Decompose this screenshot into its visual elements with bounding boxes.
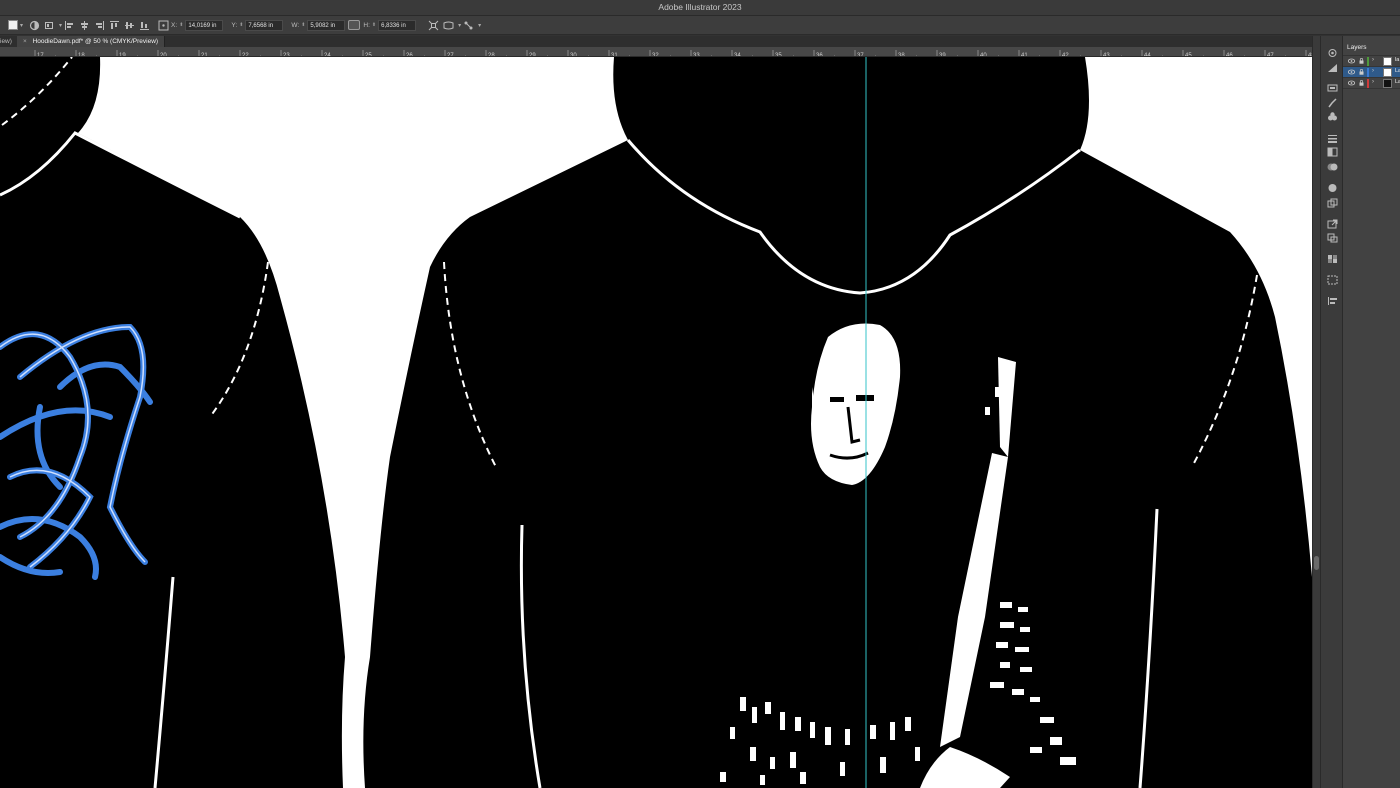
layer-row[interactable]: › La (1343, 67, 1400, 78)
tab-hoodiedawn[interactable]: × HoodieDawn.pdf* @ 50 % (CMYK/Preview) (17, 36, 166, 47)
lock-icon[interactable] (1359, 58, 1364, 64)
y-label: Y: (231, 21, 238, 29)
artwork[interactable] (0, 57, 1312, 788)
lock-icon[interactable] (1359, 80, 1364, 86)
lock-icon[interactable] (1359, 69, 1364, 75)
visibility-eye-icon[interactable] (1348, 69, 1355, 75)
tab-previous-document[interactable]: iew) (0, 38, 12, 45)
stroke-icon[interactable] (1327, 133, 1338, 143)
scrollbar-thumb[interactable] (1314, 556, 1319, 570)
fill-swatch-icon (8, 20, 18, 30)
layer-name[interactable]: La (1395, 79, 1400, 85)
fill-swatch[interactable]: ▾ (0, 19, 23, 32)
warp-icon[interactable] (443, 20, 454, 31)
recolor-icon[interactable] (44, 20, 55, 31)
y-stepper[interactable]: ⬍ (239, 22, 243, 28)
align-top-icon[interactable] (109, 20, 120, 31)
opacity-icon[interactable] (29, 20, 40, 31)
x-field[interactable]: 14,0169 in (185, 19, 224, 31)
close-icon[interactable]: × (23, 38, 27, 45)
h-stepper[interactable]: ⬍ (372, 22, 376, 28)
export-icon[interactable] (1327, 219, 1338, 229)
pathfinder-icon[interactable] (1327, 233, 1338, 243)
horizontal-ruler[interactable]: 17 18 19 20 21 22 23 24 25 26 27 28 29 30 31 32 33 34 35 36… (0, 47, 1313, 57)
align-center-icon[interactable] (79, 20, 90, 31)
constrain-proportions-link-icon[interactable] (348, 20, 361, 30)
layer-list: › la › La › La (1343, 56, 1400, 89)
layer-name[interactable]: la (1395, 57, 1400, 63)
layer-thumbnail (1383, 68, 1392, 77)
h-field[interactable]: 6,8336 in (378, 19, 417, 31)
chevron-down-icon[interactable]: ▾ (59, 22, 62, 29)
artboard-canvas[interactable] (0, 57, 1312, 788)
title-bar: Adobe Illustrator 2023 (0, 0, 1400, 16)
align-panel-icon[interactable] (1327, 296, 1338, 306)
symbols-icon[interactable] (1327, 112, 1338, 122)
align-left-icon[interactable] (64, 20, 75, 31)
layer-row[interactable]: › la (1343, 56, 1400, 67)
x-stepper[interactable]: ⬍ (179, 22, 183, 28)
transform-icon[interactable] (428, 20, 439, 31)
chevron-down-icon[interactable]: ▾ (478, 22, 481, 29)
x-label: X: (171, 21, 178, 29)
chevron-right-icon[interactable]: › (1372, 79, 1374, 85)
puppet-warp-icon[interactable] (463, 20, 474, 31)
ruler-ticks: 17 18 19 20 21 22 23 24 25 26 27 28 29 30 31 32 33 34 35 36… (34, 50, 1313, 56)
y-field[interactable]: 7,6568 in (245, 19, 284, 31)
chevron-down-icon: ▾ (20, 22, 24, 29)
panel-icon-strip (1320, 36, 1342, 788)
layers-panel: Layers › la › La › La (1342, 36, 1400, 788)
align-right-icon[interactable] (94, 20, 105, 31)
appearance-icon[interactable] (1327, 48, 1338, 58)
reference-point-icon[interactable] (158, 20, 169, 31)
w-field[interactable]: 5,9082 in (307, 19, 346, 31)
swatches-icon[interactable] (1327, 254, 1338, 264)
layer-thumbnail (1383, 79, 1392, 88)
chevron-right-icon[interactable]: › (1372, 57, 1374, 63)
layers-panel-title[interactable]: Layers (1343, 36, 1400, 56)
image-trace-icon[interactable] (1327, 198, 1338, 208)
layer-color-swatch (1367, 57, 1369, 66)
control-bar: ▾ ▾ X: ⬍ 14,0169 in Y: ⬍ 7,6568 in W: ⬍ … (0, 16, 1400, 35)
chevron-down-icon[interactable]: ▾ (458, 22, 461, 29)
window-title: Adobe Illustrator 2023 (658, 2, 742, 12)
brushes-icon[interactable] (1327, 98, 1338, 108)
visibility-eye-icon[interactable] (1348, 80, 1355, 86)
w-label: W: (291, 21, 300, 29)
h-label: H: (363, 21, 370, 29)
document-tab-bar: iew) × HoodieDawn.pdf* @ 50 % (CMYK/Prev… (0, 36, 1313, 47)
visibility-eye-icon[interactable] (1348, 58, 1355, 64)
tab-label: HoodieDawn.pdf* @ 50 % (CMYK/Preview) (32, 38, 159, 45)
layer-color-swatch (1367, 68, 1369, 77)
artboards-icon[interactable] (1327, 275, 1338, 285)
align-middle-icon[interactable] (124, 20, 135, 31)
transparency-icon[interactable] (1327, 147, 1338, 157)
libraries-icon[interactable] (1327, 83, 1338, 93)
vertical-scrollbar[interactable] (1312, 36, 1320, 788)
color-guide-icon[interactable] (1327, 183, 1338, 193)
color-icon[interactable] (1327, 162, 1338, 172)
gradient-icon[interactable] (1327, 63, 1338, 73)
w-stepper[interactable]: ⬍ (301, 22, 305, 28)
layer-name[interactable]: La (1395, 68, 1400, 74)
chevron-right-icon[interactable]: › (1372, 68, 1374, 74)
layer-row[interactable]: › La (1343, 78, 1400, 89)
align-bottom-icon[interactable] (139, 20, 150, 31)
layer-color-swatch (1367, 79, 1369, 88)
left-hoodie-shape (0, 57, 345, 788)
layer-thumbnail (1383, 57, 1392, 66)
